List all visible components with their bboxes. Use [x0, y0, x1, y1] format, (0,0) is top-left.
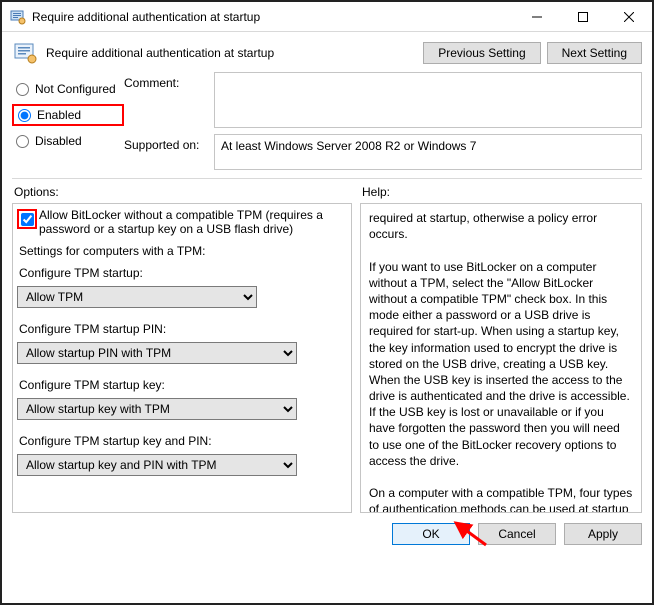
- supported-on-text: At least Windows Server 2008 R2 or Windo…: [221, 139, 476, 153]
- allow-without-tpm-row: Allow BitLocker without a compatible TPM…: [17, 208, 347, 236]
- options-column-label: Options:: [14, 185, 362, 199]
- fields-grid: Comment: Supported on: At least Windows …: [124, 72, 642, 170]
- cancel-button[interactable]: Cancel: [478, 523, 556, 545]
- allow-without-tpm-checkbox[interactable]: [21, 213, 34, 226]
- apply-button[interactable]: Apply: [564, 523, 642, 545]
- radio-enabled-input[interactable]: [18, 109, 31, 122]
- allow-without-tpm-checkbox-wrap: [17, 209, 37, 229]
- minimize-button[interactable]: [514, 2, 560, 32]
- tpm-startup-label: Configure TPM startup:: [19, 266, 347, 280]
- tpm-settings-section-label: Settings for computers with a TPM:: [19, 244, 347, 258]
- panel-labels: Options: Help:: [2, 183, 652, 203]
- radio-enabled-label: Enabled: [37, 108, 81, 122]
- radio-disabled[interactable]: Disabled: [12, 130, 124, 152]
- tpm-pin-label: Configure TPM startup PIN:: [19, 322, 347, 336]
- help-paragraph-2: If you want to use BitLocker on a comput…: [369, 259, 633, 469]
- tpm-pin-select[interactable]: Allow startup PIN with TPM: [17, 342, 297, 364]
- help-column-label: Help:: [362, 185, 390, 199]
- comment-input[interactable]: [214, 72, 642, 128]
- previous-setting-button[interactable]: Previous Setting: [423, 42, 540, 64]
- title-bar: Require additional authentication at sta…: [2, 2, 652, 32]
- header-row: Require additional authentication at sta…: [2, 32, 652, 68]
- options-panel[interactable]: Allow BitLocker without a compatible TPM…: [12, 203, 352, 513]
- radio-disabled-input[interactable]: [16, 135, 29, 148]
- policy-icon: [10, 9, 26, 25]
- policy-header-icon: [12, 40, 38, 66]
- comment-label: Comment:: [124, 72, 214, 90]
- tpm-startup-select[interactable]: Allow TPM: [17, 286, 257, 308]
- radio-not-configured[interactable]: Not Configured: [12, 78, 124, 100]
- radio-enabled[interactable]: Enabled: [12, 104, 124, 126]
- help-panel[interactable]: required at startup, otherwise a policy …: [360, 203, 642, 513]
- divider: [12, 178, 642, 179]
- tpm-key-pin-label: Configure TPM startup key and PIN:: [19, 434, 347, 448]
- help-paragraph-3: On a computer with a compatible TPM, fou…: [369, 485, 633, 513]
- radio-not-configured-input[interactable]: [16, 83, 29, 96]
- footer: OK Cancel Apply: [2, 513, 652, 555]
- header-title: Require additional authentication at sta…: [46, 46, 417, 60]
- supported-label: Supported on:: [124, 134, 214, 152]
- maximize-button[interactable]: [560, 2, 606, 32]
- ok-button[interactable]: OK: [392, 523, 470, 545]
- radio-disabled-label: Disabled: [35, 134, 82, 148]
- state-radio-group: Not Configured Enabled Disabled: [12, 72, 124, 170]
- close-button[interactable]: [606, 2, 652, 32]
- tpm-key-label: Configure TPM startup key:: [19, 378, 347, 392]
- supported-on-box: At least Windows Server 2008 R2 or Windo…: [214, 134, 642, 170]
- panels: Allow BitLocker without a compatible TPM…: [2, 203, 652, 513]
- next-setting-button[interactable]: Next Setting: [547, 42, 642, 64]
- help-paragraph-1: required at startup, otherwise a policy …: [369, 210, 633, 242]
- tpm-key-select[interactable]: Allow startup key with TPM: [17, 398, 297, 420]
- radio-not-configured-label: Not Configured: [35, 82, 116, 96]
- allow-without-tpm-label[interactable]: Allow BitLocker without a compatible TPM…: [37, 208, 347, 236]
- config-area: Not Configured Enabled Disabled Comment:…: [2, 68, 652, 170]
- tpm-key-pin-select[interactable]: Allow startup key and PIN with TPM: [17, 454, 297, 476]
- window-title: Require additional authentication at sta…: [32, 10, 514, 24]
